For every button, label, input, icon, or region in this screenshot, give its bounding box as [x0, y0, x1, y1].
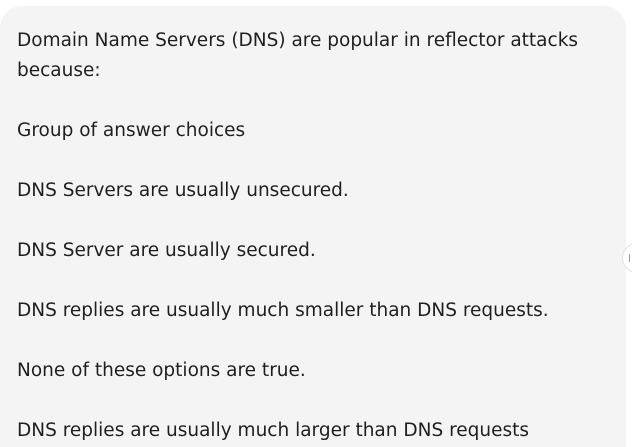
answer-choice-1: DNS Servers are usually unsecured. [17, 180, 349, 201]
answer-choice-2: DNS Server are usually secured. [17, 240, 316, 261]
answer-choices-heading: Group of answer choices [17, 120, 246, 141]
question-text: Domain Name Servers (DNS) are popular in… [17, 30, 579, 81]
user-message-bubble: Domain Name Servers (DNS) are popular in… [0, 6, 626, 447]
answer-choice-4: None of these options are true. [17, 360, 306, 381]
answer-choice-5: DNS replies are usually much larger than… [17, 420, 530, 441]
answer-choice-3: DNS replies are usually much smaller tha… [17, 300, 549, 321]
